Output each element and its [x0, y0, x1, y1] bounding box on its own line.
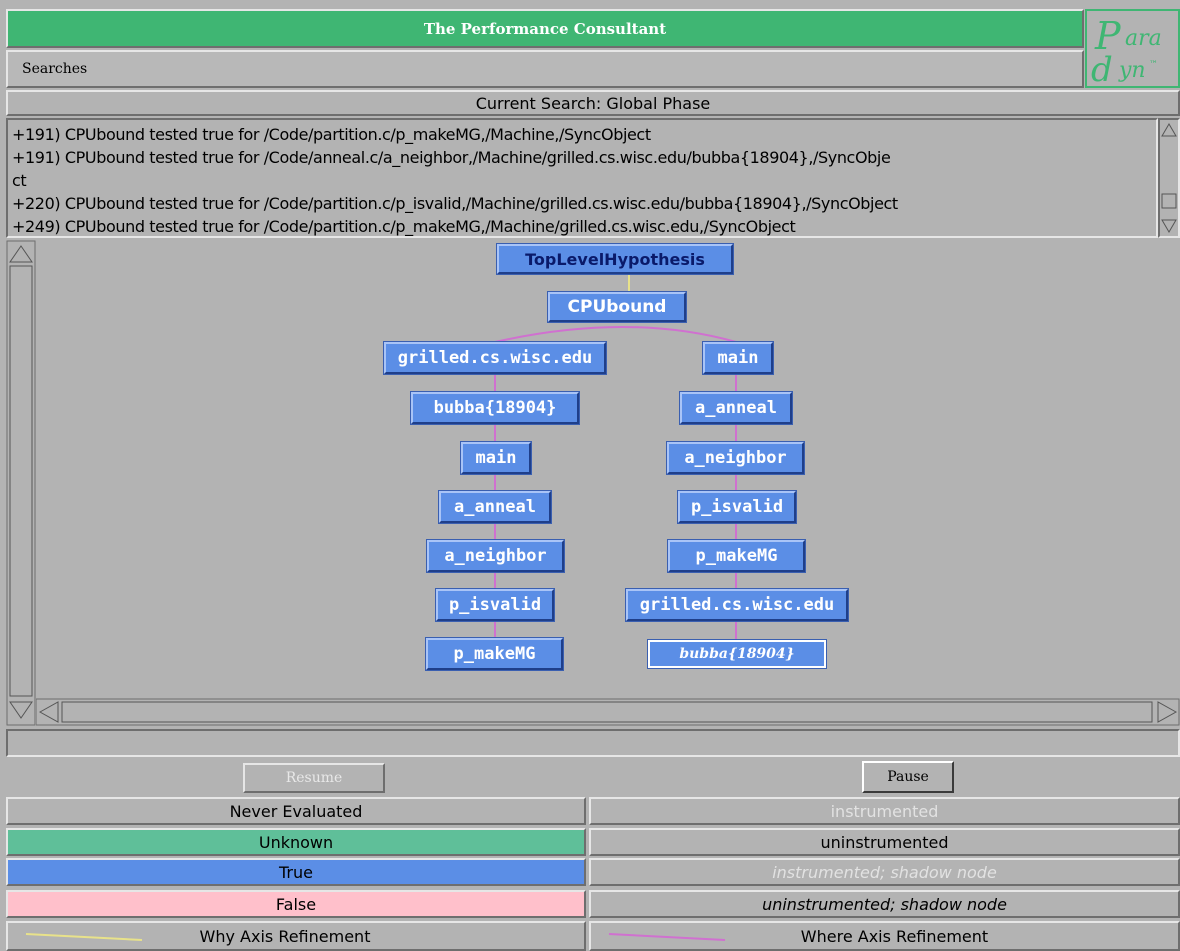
log-line: +220) CPUbound tested true for /Code/par… [12, 194, 898, 213]
tree-node-left-p-isvalid[interactable]: p_isvalid [436, 589, 554, 621]
log-line: +191) CPUbound tested true for /Code/par… [12, 125, 651, 144]
searches-menu[interactable]: Searches [22, 61, 87, 77]
resume-button[interactable]: Resume [243, 763, 385, 793]
legend-instrumented-shadow-label: instrumented; shadow node [772, 862, 997, 882]
legend-never-evaluated-label: Never Evaluated [229, 801, 363, 821]
search-tree-canvas[interactable]: TopLevelHypothesis CPUbound grilled.cs.w… [36, 240, 1180, 698]
legend-false: False [6, 890, 586, 918]
svg-text:d: d [1091, 50, 1113, 88]
tree-node-left-p-makemg[interactable]: p_makeMG [426, 638, 563, 670]
legend-instrumented: instrumented [589, 797, 1180, 825]
legend-uninstrumented-label: uninstrumented [820, 832, 949, 852]
pause-button-label: Pause [887, 769, 929, 785]
tree-node-right-a-anneal[interactable]: a_anneal [680, 392, 792, 424]
legend-never-evaluated: Never Evaluated [6, 797, 586, 825]
legend-instrumented-shadow: instrumented; shadow node [589, 858, 1180, 886]
log-line: +249) CPUbound tested true for /Code/par… [12, 217, 796, 236]
search-log-text[interactable]: +191) CPUbound tested true for /Code/par… [6, 118, 1158, 238]
legend-unknown-label: Unknown [258, 832, 334, 852]
tree-node-right-grilled[interactable]: grilled.cs.wisc.edu [626, 589, 848, 621]
log-line: +191) CPUbound tested true for /Code/ann… [12, 148, 891, 167]
tree-node-right-p-isvalid[interactable]: p_isvalid [678, 491, 796, 523]
where-axis-edge [494, 326, 737, 343]
current-search-label: Current Search: Global Phase [6, 90, 1180, 116]
resume-button-label: Resume [285, 770, 343, 786]
svg-text:™: ™ [1149, 60, 1158, 70]
where-axis-line-icon [608, 933, 726, 941]
tree-vertical-scrollbar[interactable] [6, 240, 36, 726]
legend-uninstrumented: uninstrumented [589, 828, 1180, 856]
legend-uninstrumented-shadow: uninstrumented; shadow node [589, 890, 1180, 918]
tree-node-right-bubba-shadow[interactable]: bubba{18904} [648, 640, 826, 668]
tree-node-left-bubba[interactable]: bubba{18904} [411, 392, 579, 424]
tree-node-left-grilled[interactable]: grilled.cs.wisc.edu [384, 342, 606, 374]
tree-node-right-p-makemg[interactable]: p_makeMG [668, 540, 805, 572]
window-title-bar: The Performance Consultant [6, 9, 1084, 48]
scroll-thumb [9, 265, 33, 697]
legend-true-label: True [279, 862, 313, 882]
legend-false-label: False [275, 894, 317, 914]
legend-uninstrumented-shadow-label: uninstrumented; shadow node [762, 894, 1007, 914]
tree-node-cpubound[interactable]: CPUbound [548, 292, 686, 322]
current-search-text: Current Search: Global Phase [475, 93, 711, 113]
svg-text:yn: yn [1118, 58, 1146, 83]
tree-node-right-main[interactable]: main [703, 342, 773, 374]
menu-bar: Searches [6, 50, 1084, 88]
status-bar [6, 729, 1180, 757]
legend-instrumented-label: instrumented [830, 801, 939, 821]
log-line: ct [12, 171, 27, 190]
tree-node-left-a-neighbor[interactable]: a_neighbor [427, 540, 564, 572]
legend-why-axis-label: Why Axis Refinement [199, 926, 371, 946]
why-axis-line-icon [25, 933, 143, 941]
legend-where-axis: Where Axis Refinement [589, 921, 1180, 951]
scroll-thumb [61, 701, 1153, 723]
window-title: The Performance Consultant [423, 19, 667, 38]
legend-unknown: Unknown [6, 828, 586, 856]
svg-text:ara: ara [1125, 26, 1162, 51]
pause-button[interactable]: Pause [862, 761, 954, 793]
tree-node-left-main[interactable]: main [461, 442, 531, 474]
legend-why-axis: Why Axis Refinement [6, 921, 586, 951]
scroll-up-arrow-icon [1161, 123, 1177, 137]
tree-node-top-level-hypothesis[interactable]: TopLevelHypothesis [497, 244, 733, 274]
tree-node-left-a-anneal[interactable]: a_anneal [439, 491, 551, 523]
tree-horizontal-scrollbar[interactable] [35, 698, 1180, 726]
log-vertical-scrollbar[interactable] [1158, 118, 1180, 238]
tree-node-right-a-neighbor[interactable]: a_neighbor [667, 442, 804, 474]
legend-where-axis-label: Where Axis Refinement [800, 926, 989, 946]
paradyn-logo: P ara d yn ™ [1085, 9, 1180, 90]
scroll-thumb [1161, 193, 1177, 209]
legend-true: True [6, 858, 586, 886]
scroll-down-arrow-icon [1161, 219, 1177, 233]
